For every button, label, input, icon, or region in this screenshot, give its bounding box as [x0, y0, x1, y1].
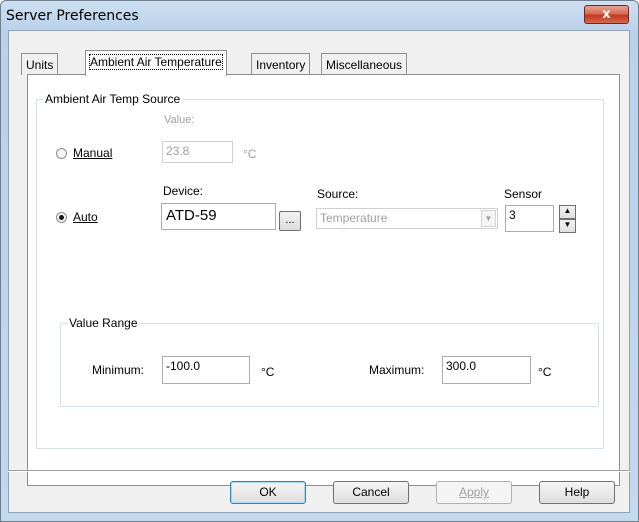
- triangle-up-icon: ▲: [563, 206, 572, 215]
- minimum-unit-label: °C: [261, 365, 275, 379]
- manual-label-text: Manual: [73, 146, 113, 160]
- ok-button[interactable]: OK: [230, 481, 306, 504]
- tab-label: Units: [26, 58, 54, 72]
- close-button[interactable]: x: [584, 5, 629, 24]
- tab-miscellaneous[interactable]: Miscellaneous: [321, 53, 408, 75]
- tab-label: Inventory: [256, 58, 306, 72]
- auto-label-text: Auto: [73, 210, 98, 224]
- window-title: Server Preferences: [6, 8, 139, 24]
- manual-radio[interactable]: [56, 148, 67, 159]
- source-select-value: Temperature: [320, 211, 388, 225]
- sensor-input[interactable]: 3: [505, 205, 554, 232]
- tab-label: Miscellaneous: [326, 58, 403, 72]
- value-label: Value:: [164, 114, 195, 126]
- manual-unit-label: °C: [243, 147, 257, 161]
- minimum-label: Minimum:: [92, 363, 145, 377]
- triangle-down-icon: ▼: [563, 220, 572, 229]
- device-input[interactable]: ATD-59: [161, 203, 276, 230]
- apply-button[interactable]: Apply: [436, 481, 512, 504]
- manual-value-input[interactable]: 23.8: [162, 141, 233, 163]
- footer-separator: [8, 470, 630, 472]
- group-legend-source: Ambient Air Temp Source: [43, 92, 183, 106]
- help-button[interactable]: Help: [539, 481, 615, 504]
- source-select[interactable]: Temperature ▼: [316, 208, 498, 229]
- chevron-down-icon[interactable]: ▼: [481, 210, 496, 227]
- tab-ambient-air-temperature[interactable]: Ambient Air Temperature: [85, 50, 227, 76]
- sensor-spin-up-button[interactable]: ▲: [559, 205, 576, 219]
- tab-inventory[interactable]: Inventory: [251, 53, 311, 75]
- tab-label: Ambient Air Temperature: [89, 54, 223, 70]
- auto-label[interactable]: Auto: [73, 210, 98, 224]
- device-browse-button[interactable]: ...: [279, 211, 301, 231]
- sensor-spin-down-button[interactable]: ▼: [559, 219, 576, 233]
- minimum-input[interactable]: -100.0: [162, 356, 250, 384]
- maximum-input[interactable]: 300.0: [442, 356, 531, 384]
- group-legend-range: Value Range: [67, 316, 140, 330]
- apply-button-label: Apply: [458, 485, 490, 499]
- radio-selected-dot: [59, 215, 64, 220]
- manual-label[interactable]: Manual: [73, 146, 112, 160]
- cancel-button[interactable]: Cancel: [333, 481, 409, 504]
- maximum-unit-label: °C: [538, 365, 552, 379]
- maximum-label: Maximum:: [369, 363, 425, 377]
- auto-radio[interactable]: [56, 212, 67, 223]
- sensor-label: Sensor: [504, 187, 543, 201]
- source-label: Source:: [317, 187, 359, 201]
- close-icon: x: [602, 7, 611, 22]
- device-label: Device:: [163, 184, 204, 198]
- tab-panel: Ambient Air Temp Source Value: Manual 23…: [27, 74, 620, 486]
- tab-units[interactable]: Units: [21, 53, 59, 75]
